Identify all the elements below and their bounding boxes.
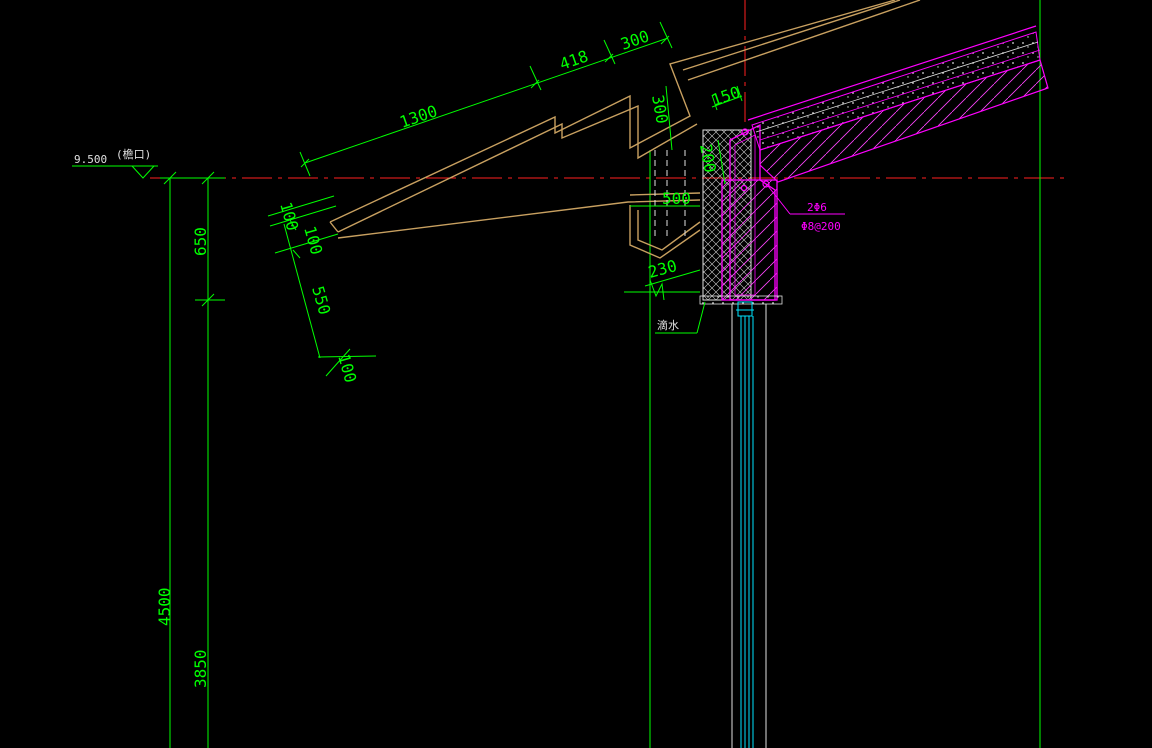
elevation-mark: 9.500 (檐口) — [72, 147, 158, 179]
dimension-lines — [163, 21, 743, 377]
rebar-label-2: Φ8@200 — [801, 220, 841, 233]
dim-1300: 1300 — [397, 101, 440, 132]
dim-300-side: 300 — [648, 93, 672, 125]
dim-100-a: 100 — [276, 200, 302, 233]
glass-curtain-wall — [736, 301, 754, 748]
rebar-label-1: 2Φ6 — [807, 201, 827, 214]
dim-500: 500 — [662, 189, 691, 208]
dim-418: 418 — [557, 46, 591, 73]
gutter-box — [629, 205, 701, 259]
rebar-texts: 2Φ6 Φ8@200 — [801, 201, 841, 233]
dim-550: 550 — [308, 284, 334, 317]
dim-650: 650 — [191, 227, 210, 256]
upper-roof-line — [682, 0, 901, 71]
cad-drawing-canvas[interactable]: 9.500 (檐口) 1300 418 300 300 150 200 500 … — [0, 0, 1152, 748]
dim-3850: 3850 — [191, 649, 210, 688]
elevation-value: 9.500 — [74, 153, 107, 166]
roof-slab — [747, 25, 1049, 183]
drip-label: 滴水 — [657, 318, 679, 332]
dim-100-b: 100 — [300, 224, 326, 257]
dim-200: 200 — [696, 142, 720, 174]
dim-300-top: 300 — [618, 26, 652, 53]
dim-4500: 4500 — [155, 587, 174, 626]
dim-150: 150 — [709, 82, 743, 109]
elevation-label: (檐口) — [116, 147, 151, 161]
dimension-texts: 1300 418 300 300 150 200 500 230 100 100… — [155, 26, 743, 688]
